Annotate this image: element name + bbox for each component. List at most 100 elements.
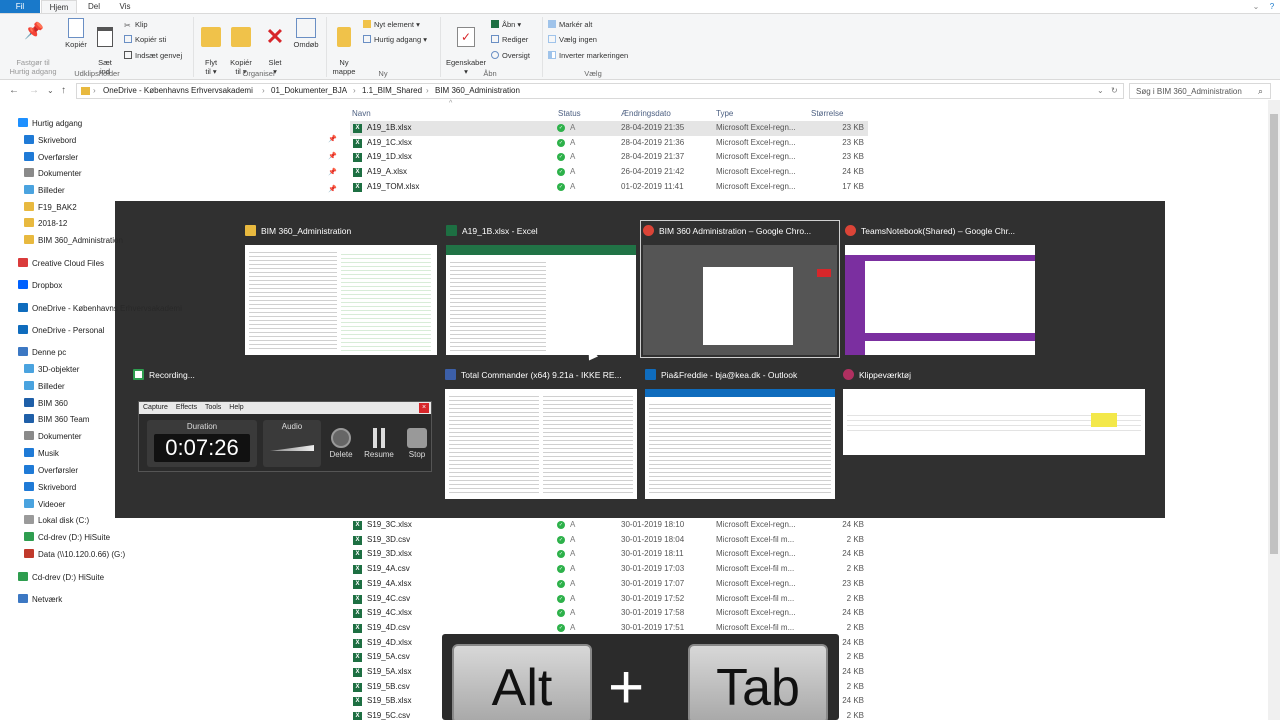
tree-item[interactable]: Billeder bbox=[24, 381, 65, 392]
edit-button[interactable]: Rediger bbox=[491, 35, 528, 45]
new-folder-button[interactable]: Ny mappe bbox=[330, 18, 358, 76]
select-all-button[interactable]: Markér alt bbox=[548, 20, 592, 30]
tree-item[interactable]: 2018-12 bbox=[24, 218, 67, 229]
back-arrow-icon[interactable]: ← bbox=[9, 85, 19, 96]
tree-item[interactable]: Creative Cloud Files bbox=[18, 258, 104, 269]
tree-item[interactable]: Skrivebord bbox=[24, 135, 76, 146]
breadcrumb-documents[interactable]: 01_Dokumenter_BJA bbox=[271, 86, 347, 95]
file-row[interactable]: X S19_3C.xlsx ✓ A 30-01-2019 18:10 Microsoft … bbox=[350, 518, 868, 533]
delete-button[interactable]: ✕ Slet ▾ bbox=[262, 18, 288, 77]
file-row[interactable]: X A19_1C.xlsx ✓ A 28-04-2019 21:36 Microsoft … bbox=[350, 136, 868, 151]
file-row[interactable]: X S19_4A.xlsx ✓ A 30-01-2019 17:07 Microsoft … bbox=[350, 577, 868, 592]
tree-item[interactable]: Dokumenter bbox=[24, 431, 82, 442]
tree-item[interactable]: Skrivebord bbox=[24, 482, 76, 493]
breadcrumb-bim-shared[interactable]: 1.1_BIM_Shared bbox=[362, 86, 422, 95]
forward-arrow-icon[interactable]: → bbox=[29, 85, 39, 96]
file-row[interactable]: X A19_TOM.xlsx ✓ A 01-02-2019 11:41 Microsoft… bbox=[350, 180, 868, 195]
file-row[interactable]: X A19_1D.xlsx ✓ A 28-04-2019 21:37 Microsoft … bbox=[350, 150, 868, 165]
search-icon: ⌕ bbox=[1258, 86, 1264, 96]
recent-chevron-icon[interactable]: ⌄ bbox=[47, 86, 54, 95]
cut-button[interactable]: ✂ Klip bbox=[124, 20, 148, 30]
up-arrow-icon[interactable]: ↑ bbox=[61, 85, 66, 96]
address-bar[interactable]: › OneDrive - Københavns Erhvervsakademi … bbox=[76, 83, 1124, 99]
tree-item[interactable]: Hurtig adgang bbox=[18, 118, 82, 129]
tree-item[interactable]: BIM 360 Team bbox=[24, 414, 89, 425]
properties-button[interactable]: ✓ Egenskaber ▾ bbox=[444, 18, 488, 76]
switcher-window-chrome-teams[interactable]: TeamsNotebook(Shared) – Google Chr... bbox=[845, 223, 1035, 355]
move-to-button[interactable]: Flyt til ▾ bbox=[198, 18, 224, 76]
tree-item[interactable]: Cd-drev (D:) HiSuite bbox=[24, 532, 110, 543]
address-dropdown-icon[interactable]: ⌄ bbox=[1097, 86, 1104, 95]
tree-item[interactable]: F19_BAK2 bbox=[24, 202, 77, 213]
tree-item[interactable]: OneDrive - Personal bbox=[18, 325, 104, 336]
file-row[interactable]: X A19_1B.xlsx ✓ A 28-04-2019 21:35 Microsoft … bbox=[350, 121, 868, 136]
refresh-icon[interactable]: ↻ bbox=[1111, 86, 1118, 95]
switcher-window-explorer[interactable]: BIM 360_Administration bbox=[245, 223, 437, 355]
tree-item[interactable]: Dropbox bbox=[18, 280, 62, 291]
chrome-icon bbox=[643, 225, 654, 236]
file-name: S19_5A.csv bbox=[367, 652, 410, 662]
tab-home[interactable]: Hjem bbox=[41, 0, 77, 13]
invert-selection-button[interactable]: Inverter markeringen bbox=[548, 51, 628, 61]
new-item-button[interactable]: Nyt element ▾ bbox=[363, 20, 420, 30]
switcher-window-chrome-bim[interactable]: BIM 360 Administration – Google Chro... bbox=[640, 220, 840, 358]
tab-view[interactable]: Vis bbox=[110, 0, 140, 13]
copy-path-button[interactable]: Kopiér sti bbox=[124, 35, 166, 45]
file-row[interactable]: X S19_3D.csv ✓ A 30-01-2019 18:04 Microsoft E… bbox=[350, 533, 868, 548]
tree-item[interactable]: BIM 360_Administration bbox=[24, 235, 123, 246]
ribbon-collapse-icon[interactable]: ⌄ bbox=[1250, 0, 1262, 13]
column-name[interactable]: Navn bbox=[352, 109, 371, 118]
search-input[interactable]: Søg i BIM 360_Administration bbox=[1136, 87, 1242, 96]
paste-button[interactable]: Sæt ind bbox=[93, 18, 117, 76]
easy-access-button[interactable]: Hurtig adgang ▾ bbox=[363, 35, 427, 45]
excel-file-icon: X bbox=[353, 594, 362, 604]
tree-item[interactable]: Billeder bbox=[24, 185, 65, 196]
breadcrumb-current[interactable]: BIM 360_Administration bbox=[435, 86, 520, 95]
rename-button[interactable]: Omdøb bbox=[290, 18, 322, 49]
history-button[interactable]: Oversigt bbox=[491, 51, 530, 61]
scrollbar-thumb[interactable] bbox=[1270, 114, 1278, 554]
column-status[interactable]: Status bbox=[558, 109, 581, 118]
file-row[interactable]: X S19_4C.xlsx ✓ A 30-01-2019 17:58 Microsoft … bbox=[350, 606, 868, 621]
tree-item[interactable]: BIM 360 bbox=[24, 398, 68, 409]
tab-file[interactable]: Fil bbox=[0, 0, 40, 13]
select-none-button[interactable]: Vælg ingen bbox=[548, 35, 597, 45]
tree-item[interactable]: Cd-drev (D:) HiSuite bbox=[18, 572, 104, 583]
open-button[interactable]: Åbn ▾ bbox=[491, 20, 521, 30]
tree-item[interactable]: 3D-objekter bbox=[24, 364, 79, 375]
tree-item-label: Cd-drev (D:) HiSuite bbox=[32, 573, 105, 582]
switcher-window-snipping-tool[interactable]: Klippeværktøj bbox=[843, 367, 1145, 455]
copy-button[interactable]: Kopiér bbox=[62, 18, 90, 49]
tree-item[interactable]: Lokal disk (C:) bbox=[24, 515, 89, 526]
switcher-window-excel[interactable]: A19_1B.xlsx - Excel bbox=[446, 223, 636, 355]
shared-icon: A bbox=[570, 520, 576, 529]
switcher-window-recorder[interactable]: Recording... bbox=[133, 367, 433, 383]
help-icon[interactable]: ? bbox=[1266, 0, 1278, 13]
search-box[interactable]: Søg i BIM 360_Administration ⌕ bbox=[1129, 83, 1271, 99]
tree-item[interactable]: Denne pc bbox=[18, 347, 66, 358]
switcher-window-outlook[interactable]: Pia&Freddie - bja@kea.dk - Outlook bbox=[645, 367, 835, 499]
file-row[interactable]: X S19_4A.csv ✓ A 30-01-2019 17:03 Microsoft E… bbox=[350, 562, 868, 577]
pin-quick-access-button[interactable]: 📌 Fastgør til Hurtig adgang bbox=[4, 18, 62, 77]
excel-file-icon: X bbox=[353, 712, 362, 720]
tree-item[interactable]: Musik bbox=[24, 448, 59, 459]
file-row[interactable]: X A19_A.xlsx ✓ A 26-04-2019 21:42 Microsoft E… bbox=[350, 165, 868, 180]
group-label-new: Ny bbox=[378, 69, 388, 78]
tree-item[interactable]: Data (\\10.120.0.66) (G:) bbox=[24, 549, 125, 560]
paste-shortcut-button[interactable]: Indsæt genvej bbox=[124, 51, 182, 61]
column-type[interactable]: Type bbox=[716, 109, 733, 118]
column-date[interactable]: Ændringsdato bbox=[621, 109, 671, 118]
breadcrumb-onedrive[interactable]: OneDrive - Københavns Erhvervsakademi bbox=[103, 86, 253, 95]
tree-item[interactable]: Dokumenter bbox=[24, 168, 82, 179]
switcher-window-total-commander[interactable]: Total Commander (x64) 9.21a - IKKE RE... bbox=[445, 367, 637, 499]
tree-item[interactable]: Netværk bbox=[18, 594, 62, 605]
vertical-scrollbar[interactable] bbox=[1268, 100, 1280, 720]
tree-item[interactable]: Overførsler bbox=[24, 152, 78, 163]
file-row[interactable]: X S19_4C.csv ✓ A 30-01-2019 17:52 Microsoft E… bbox=[350, 592, 868, 607]
tab-share[interactable]: Del bbox=[80, 0, 108, 13]
tree-item[interactable]: Overførsler bbox=[24, 465, 78, 476]
file-row[interactable]: X S19_3D.xlsx ✓ A 30-01-2019 18:11 Microsoft … bbox=[350, 547, 868, 562]
copy-to-button[interactable]: Kopiér til ▾ bbox=[226, 18, 256, 76]
column-size[interactable]: Størrelse bbox=[811, 109, 843, 118]
tree-item[interactable]: Videoer bbox=[24, 499, 65, 510]
